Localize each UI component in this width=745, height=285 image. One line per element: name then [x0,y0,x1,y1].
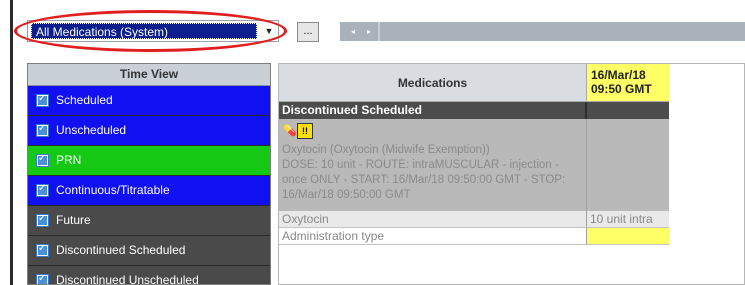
medications-column-header[interactable]: Medications [279,64,587,102]
time-view-panel: Time View ✓ Scheduled ✓ Unscheduled ✓ PR… [27,63,271,285]
checkbox-checked-icon[interactable]: ✓ [36,93,49,107]
date-header-time: 09:50 GMT [591,82,652,96]
checkbox-checked-icon[interactable]: ✓ [36,123,49,137]
more-options-button[interactable]: ... [297,22,319,42]
medication-detail: DOSE: 10 unit - ROUTE: intraMUSCULAR - i… [282,159,566,201]
timeline-scrollbar[interactable]: ◂ ▸ [340,22,745,41]
time-view-item-prn[interactable]: ✓ PRN [28,146,270,176]
time-view-item-label: Future [56,213,91,227]
time-view-item-unscheduled[interactable]: ✓ Unscheduled [28,116,270,146]
time-view-header: Time View [28,64,270,86]
time-view-item-label: Scheduled [56,93,113,107]
section-header: Discontinued Scheduled [279,102,669,119]
time-view-item-label: Discontinued Scheduled [56,243,186,257]
medication-name: Oxytocin (Oxytocin (Midwife Exemption)) [282,144,490,156]
column-divider [585,102,587,119]
time-view-item-label: PRN [56,153,82,167]
checkbox-checked-icon[interactable]: ✓ [36,273,49,284]
date-header-date: 16/Mar/18 [591,68,646,82]
time-view-item-discontinued-unscheduled[interactable]: ✓ Discontinued Unscheduled [28,266,270,285]
row-value[interactable]: 10 unit intra [587,211,669,228]
row-label: Oxytocin [279,211,587,228]
scroll-right-icon[interactable]: ▸ [362,22,376,41]
medication-order-cell[interactable]: 💊 !! Oxytocin (Oxytocin (Midwife Exempti… [279,119,587,211]
checkbox-checked-icon[interactable]: ✓ [36,183,49,197]
table-row[interactable]: Oxytocin 10 unit intra [279,211,669,228]
time-view-item-future[interactable]: ✓ Future [28,206,270,236]
medications-grid: Medications 16/Mar/18 09:50 GMT Disconti… [278,63,745,285]
medication-filter-dropdown[interactable]: All Medications (System) ▼ [27,20,279,42]
date-column-header[interactable]: 16/Mar/18 09:50 GMT [587,64,669,102]
order-date-cell[interactable] [587,119,669,211]
time-view-item-label: Unscheduled [56,123,127,137]
scroll-left-icon[interactable]: ◂ [346,22,360,41]
table-row[interactable]: Administration type [279,228,669,245]
window-edge [10,0,13,285]
row-label: Administration type [279,228,587,245]
medication-filter-value: All Medications (System) [31,23,257,39]
time-view-item-label: Continuous/Titratable [56,183,170,197]
time-view-item-label: Discontinued Unscheduled [56,273,199,285]
row-value[interactable] [587,228,669,245]
checkbox-checked-icon[interactable]: ✓ [36,213,49,227]
pill-icon: 💊 [283,125,297,137]
warning-icon[interactable]: !! [297,123,313,139]
time-view-item-continuous[interactable]: ✓ Continuous/Titratable [28,176,270,206]
checkbox-checked-icon[interactable]: ✓ [36,153,49,167]
chevron-down-icon[interactable]: ▼ [262,24,276,38]
scroll-thumb[interactable] [378,22,380,41]
section-label: Discontinued Scheduled [282,103,423,117]
checkbox-checked-icon[interactable]: ✓ [36,243,49,257]
time-view-item-scheduled[interactable]: ✓ Scheduled [28,86,270,116]
time-view-item-discontinued-scheduled[interactable]: ✓ Discontinued Scheduled [28,236,270,266]
